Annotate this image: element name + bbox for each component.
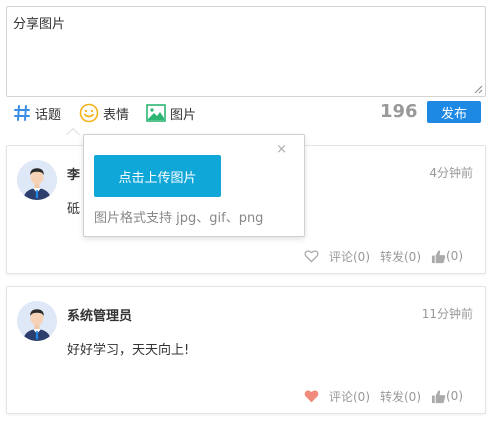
post-actions: 评论(0) 转发(0) (0) — [304, 247, 463, 265]
like-heart-button[interactable] — [304, 389, 319, 403]
post-time: 4分钟前 — [429, 166, 473, 180]
topic-button[interactable]: 话题 — [13, 103, 61, 123]
resize-grip-icon[interactable] — [474, 85, 483, 94]
thumbs-up-button[interactable]: (0) — [431, 389, 463, 404]
image-label: 图片 — [170, 107, 197, 123]
smiley-icon — [79, 103, 99, 123]
like-heart-button[interactable] — [304, 249, 319, 263]
post-actions: 评论(0) 转发(0) (0) — [304, 387, 463, 405]
repost-button[interactable]: 转发(0) — [380, 248, 421, 265]
emoji-button[interactable]: 表情 — [79, 103, 129, 123]
post-content: 砥 — [67, 202, 81, 217]
share-textarea[interactable]: 分享图片 — [6, 6, 486, 97]
like-count: (0) — [446, 249, 463, 263]
like-count: (0) — [446, 389, 463, 403]
upload-format-hint: 图片格式支持 jpg、gif、png — [94, 211, 264, 226]
close-icon[interactable]: × — [276, 142, 287, 157]
char-counter: 196 — [380, 101, 418, 122]
repost-button[interactable]: 转发(0) — [380, 388, 421, 405]
publish-button[interactable]: 发布 — [427, 101, 481, 123]
thumbs-up-icon — [431, 389, 446, 403]
topic-label: 话题 — [35, 107, 62, 123]
image-button[interactable]: 图片 — [146, 103, 196, 123]
post-content: 好好学习，天天向上! — [67, 343, 190, 358]
post-author[interactable]: 李 — [67, 164, 80, 183]
thumbs-up-icon — [431, 249, 446, 263]
hash-icon — [14, 105, 30, 121]
thumbs-up-button[interactable]: (0) — [431, 249, 463, 264]
user-avatar-icon — [17, 160, 57, 200]
post-card: 系统管理员 11分钟前 好好学习，天天向上! 评论(0) 转发(0) (0) — [6, 286, 486, 414]
avatar[interactable] — [17, 301, 57, 341]
image-upload-popover: × 点击上传图片 图片格式支持 jpg、gif、png — [83, 134, 305, 237]
share-textarea-text: 分享图片 — [13, 17, 66, 32]
emoji-label: 表情 — [103, 107, 130, 123]
comment-button[interactable]: 评论(0) — [329, 388, 370, 405]
image-icon — [146, 104, 166, 122]
post-author[interactable]: 系统管理员 — [67, 305, 132, 324]
popover-arrow-inner — [67, 129, 79, 135]
heart-filled-icon — [304, 390, 319, 403]
upload-image-button[interactable]: 点击上传图片 — [94, 155, 221, 197]
avatar[interactable] — [17, 160, 57, 200]
post-time: 11分钟前 — [421, 307, 473, 321]
composer-toolbar: 话题 表情 图片 196 发布 — [0, 99, 497, 127]
comment-button[interactable]: 评论(0) — [329, 248, 370, 265]
heart-outline-icon — [304, 250, 319, 263]
user-avatar-icon — [17, 301, 57, 341]
